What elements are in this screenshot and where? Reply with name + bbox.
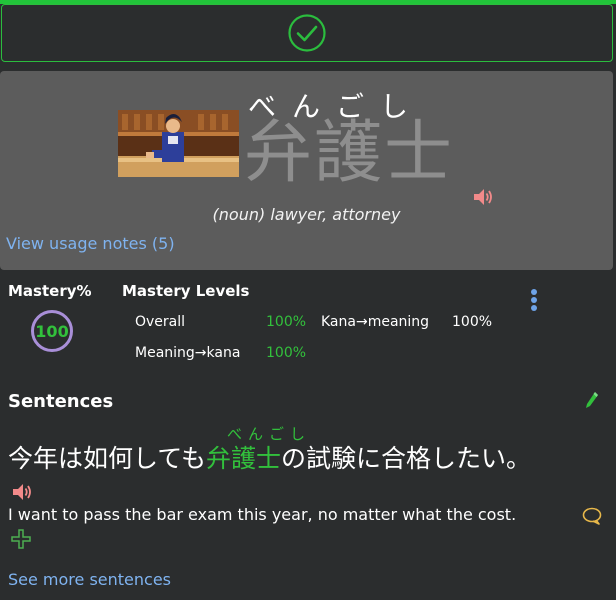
check-circle-icon [288, 14, 326, 52]
part-of-speech: (noun) [212, 205, 266, 224]
pencil-icon[interactable] [585, 391, 599, 409]
comment-icon[interactable] [582, 507, 602, 525]
plus-icon[interactable] [11, 529, 31, 549]
mastery-levels-title: Mastery Levels [122, 282, 250, 300]
sentence-jp-after: の試験に合格したい。 [281, 444, 532, 473]
word-card: べんごし 弁護士 (noun) lawyer, attorney View us… [0, 71, 613, 270]
sentence-japanese: 今年は如何しても弁護士の試験に合格したい。 [8, 439, 531, 475]
mastery-percent-badge: 100 [31, 310, 73, 352]
level-value-kana-meaning: 100% [452, 314, 493, 330]
sentence-jp-before: 今年は如何しても [8, 444, 207, 473]
sentence-jp-highlight: 弁護士 [206, 444, 282, 473]
usage-notes-link[interactable]: View usage notes (5) [6, 234, 175, 253]
word-meaning: lawyer, attorney [270, 205, 401, 224]
level-label-meaning-kana: Meaning→kana [135, 345, 241, 361]
see-more-sentences-link[interactable]: See more sentences [8, 570, 171, 589]
level-value-overall: 100% [266, 314, 307, 330]
speaker-icon[interactable] [472, 187, 494, 207]
courtroom-image [118, 110, 239, 177]
sentences-section: Sentences べんごし 今年は如何しても弁護士の試験に合格したい。 I w… [0, 377, 616, 600]
sentences-title: Sentences [8, 391, 114, 412]
level-label-kana-meaning: Kana→meaning [321, 314, 430, 330]
level-value-meaning-kana: 100% [266, 345, 307, 361]
speaker-icon[interactable] [11, 483, 33, 501]
mastery-title: Mastery% [8, 282, 92, 300]
sentence-english: I want to pass the bar exam this year, n… [8, 505, 517, 524]
correct-banner [1, 4, 613, 62]
vertical-dots-icon[interactable] [530, 289, 538, 313]
word-definition: (noun) lawyer, attorney [0, 205, 613, 224]
mastery-section: Mastery% 100 Mastery Levels Overall 100%… [0, 270, 616, 376]
level-label-overall: Overall [135, 314, 186, 330]
word-kanji: 弁護士 [244, 114, 455, 193]
